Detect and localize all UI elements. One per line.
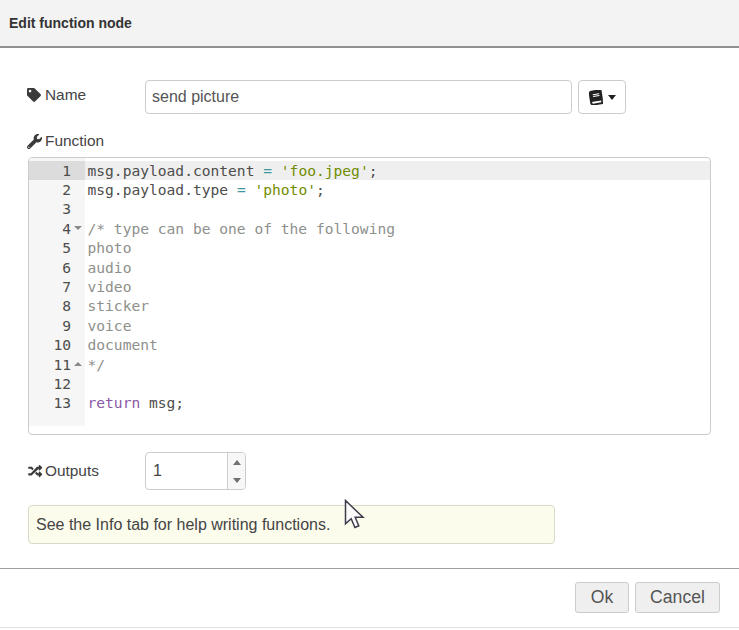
code-text (85, 199, 710, 218)
dialog-bottom-edge (0, 627, 739, 628)
line-number: 1 (29, 161, 85, 180)
editor-line-12[interactable]: 12 (29, 374, 710, 393)
fold-up-icon[interactable] (74, 362, 82, 366)
function-label: Function (27, 132, 104, 150)
footer-divider (0, 568, 739, 569)
code-text: return msg; (85, 393, 710, 412)
editor-line-1[interactable]: 1msg.payload.content = 'foo.jpeg'; (29, 161, 710, 180)
editor-line-10[interactable]: 10document (29, 335, 710, 354)
code-text: sticker (85, 296, 710, 315)
code-text (85, 374, 710, 393)
line-number: 11 (29, 354, 85, 373)
arrow-down-icon (233, 478, 241, 483)
cancel-button[interactable]: Cancel (635, 582, 720, 613)
spinner-down-button[interactable] (228, 471, 245, 489)
wrench-icon (27, 134, 45, 149)
fold-down-icon[interactable] (74, 226, 82, 230)
line-number: 13 (29, 393, 85, 412)
code-text: photo (85, 238, 710, 257)
editor-line-7[interactable]: 7video (29, 277, 710, 296)
ok-button[interactable]: Ok (575, 582, 629, 613)
editor-line-8[interactable]: 8sticker (29, 296, 710, 315)
name-label-text: Name (45, 86, 86, 104)
spinner-up-button[interactable] (228, 453, 245, 471)
outputs-input[interactable] (146, 453, 227, 489)
line-number: 4 (29, 219, 85, 238)
outputs-label-text: Outputs (45, 462, 99, 480)
line-number: 6 (29, 257, 85, 276)
tag-icon (27, 88, 45, 102)
dialog-title: Edit function node (9, 15, 132, 31)
form-tip-text: See the Info tab for help writing functi… (36, 516, 330, 534)
editor-line-4[interactable]: 4/* type can be one of the following (29, 219, 710, 238)
spinner-buttons (227, 453, 245, 489)
book-icon (589, 90, 603, 105)
line-number: 10 (29, 335, 85, 354)
arrow-up-icon (233, 460, 241, 465)
line-number: 5 (29, 238, 85, 257)
form-tip: See the Info tab for help writing functi… (28, 505, 555, 544)
line-number: 9 (29, 316, 85, 335)
code-text: /* type can be one of the following (85, 219, 710, 238)
line-number: 8 (29, 296, 85, 315)
code-text: document (85, 335, 710, 354)
editor-line-5[interactable]: 5photo (29, 238, 710, 257)
line-number: 3 (29, 199, 85, 218)
editor-line-13[interactable]: 13return msg; (29, 393, 710, 412)
caret-down-icon (608, 95, 616, 100)
editor-line-6[interactable]: 6audio (29, 257, 710, 276)
editor-line-3[interactable]: 3 (29, 199, 710, 218)
line-number: 12 (29, 374, 85, 393)
code-text: */ (85, 354, 710, 373)
library-button[interactable] (578, 80, 626, 114)
function-code-editor[interactable]: 1msg.payload.content = 'foo.jpeg';2msg.p… (28, 157, 711, 435)
editor-line-11[interactable]: 11*/ (29, 354, 710, 373)
name-input[interactable] (145, 80, 572, 114)
code-text: video (85, 277, 710, 296)
function-label-text: Function (45, 132, 104, 150)
editor-line-9[interactable]: 9voice (29, 316, 710, 335)
dialog-titlebar: Edit function node (0, 0, 739, 48)
code-text: voice (85, 316, 710, 335)
random-icon (27, 464, 45, 478)
name-label: Name (27, 86, 86, 104)
outputs-label: Outputs (27, 462, 99, 480)
outputs-spinner (145, 452, 246, 490)
code-text: audio (85, 257, 710, 276)
line-number: 2 (29, 180, 85, 199)
code-text: msg.payload.content = 'foo.jpeg'; (85, 161, 710, 180)
editor-line-2[interactable]: 2msg.payload.type = 'photo'; (29, 180, 710, 199)
line-number: 7 (29, 277, 85, 296)
code-text: msg.payload.type = 'photo'; (85, 180, 710, 199)
